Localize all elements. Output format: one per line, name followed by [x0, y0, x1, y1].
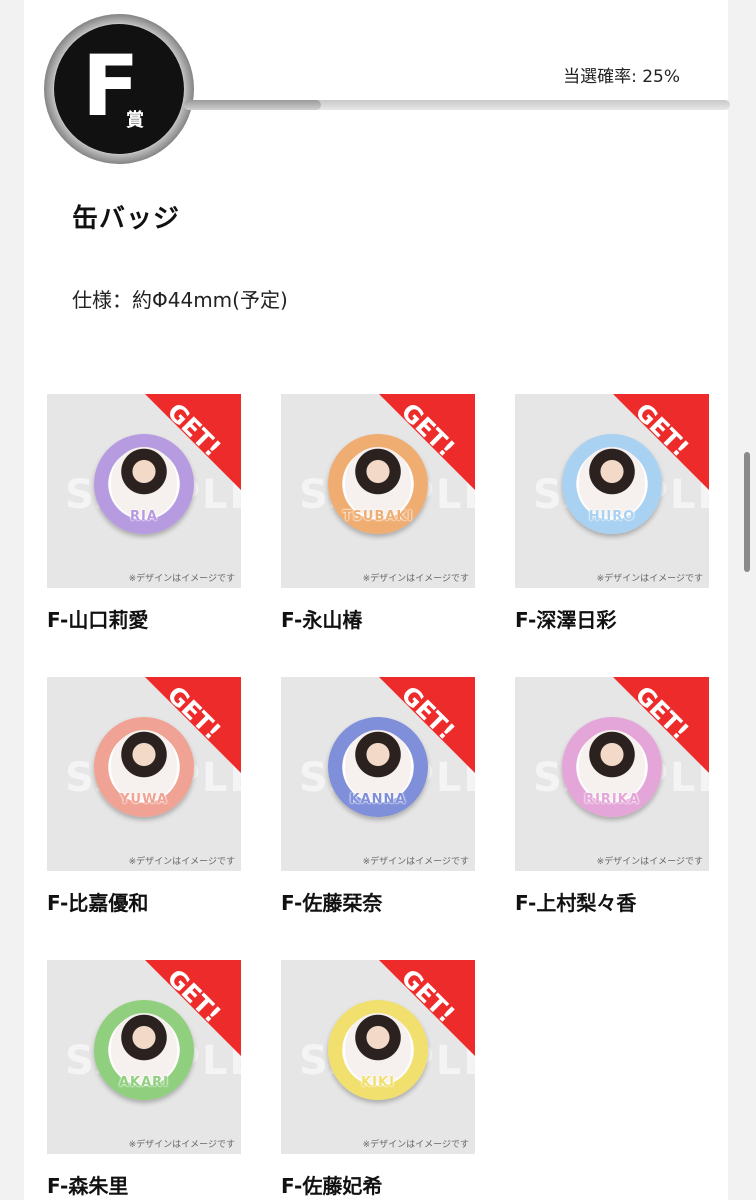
item-thumbnail[interactable]: SAMPLEKANNAGET!※デザインはイメージです — [281, 677, 475, 871]
item-card[interactable]: SAMPLERIRIKAGET!※デザインはイメージです F-上村梨々香 — [515, 677, 709, 916]
badge-name-text: TSUBAKI — [342, 509, 414, 524]
item-card[interactable]: SAMPLEYUWAGET!※デザインはイメージです F-比嘉優和 — [47, 677, 241, 916]
design-note: ※デザインはイメージです — [128, 857, 235, 867]
prize-rank-badge: F 賞 — [54, 24, 184, 154]
item-name: F-比嘉優和 — [47, 891, 149, 915]
design-note: ※デザインはイメージです — [362, 857, 469, 867]
design-note: ※デザインはイメージです — [362, 1140, 469, 1150]
item-thumbnail[interactable]: SAMPLETSUBAKIGET!※デザインはイメージです — [281, 394, 475, 588]
item-card[interactable]: SAMPLEAKARIGET!※デザインはイメージです F-森朱里 — [47, 960, 241, 1199]
prize-spec: 仕様：約Φ44mm(予定) — [72, 288, 288, 312]
item-card[interactable]: SAMPLEHIIROGET!※デザインはイメージです F-深澤日彩 — [515, 394, 709, 633]
design-note: ※デザインはイメージです — [362, 574, 469, 584]
item-name: F-佐藤妃希 — [281, 1174, 383, 1198]
badge-name-text: HIIRO — [588, 509, 636, 524]
item-thumbnail[interactable]: SAMPLERIAGET!※デザインはイメージです — [47, 394, 241, 588]
design-note: ※デザインはイメージです — [596, 857, 703, 867]
design-note: ※デザインはイメージです — [128, 574, 235, 584]
item-thumbnail[interactable]: SAMPLERIRIKAGET!※デザインはイメージです — [515, 677, 709, 871]
item-name: F-上村梨々香 — [515, 891, 637, 915]
item-name: F-森朱里 — [47, 1174, 129, 1198]
item-name: F-深澤日彩 — [515, 608, 617, 632]
item-thumbnail[interactable]: SAMPLEYUWAGET!※デザインはイメージです — [47, 677, 241, 871]
badge-name-text: KANNA — [349, 792, 407, 807]
badge-name-text: RIRIKA — [584, 792, 640, 807]
badge-name-text: KIKI — [361, 1075, 395, 1090]
item-name: F-佐藤栞奈 — [281, 891, 383, 915]
page-scrollbar[interactable] — [744, 452, 750, 572]
item-name: F-永山椿 — [281, 608, 363, 632]
item-card[interactable]: SAMPLEKIKIGET!※デザインはイメージです F-佐藤妃希 — [281, 960, 475, 1199]
prize-rank-kanji: 賞 — [126, 110, 144, 131]
item-card[interactable]: SAMPLETSUBAKIGET!※デザインはイメージです F-永山椿 — [281, 394, 475, 633]
item-card[interactable]: SAMPLERIAGET!※デザインはイメージです F-山口莉愛 — [47, 394, 241, 633]
item-thumbnail[interactable]: SAMPLEAKARIGET!※デザインはイメージです — [47, 960, 241, 1154]
prize-card: F 賞 当選確率: 25% 缶バッジ 仕様：約Φ44mm(予定) SAMPLER… — [24, 0, 730, 1200]
win-rate-label: 当選確率: 25% — [563, 67, 680, 87]
item-thumbnail[interactable]: SAMPLEKIKIGET!※デザインはイメージです — [281, 960, 475, 1154]
design-note: ※デザインはイメージです — [596, 574, 703, 584]
item-card[interactable]: SAMPLEKANNAGET!※デザインはイメージです F-佐藤栞奈 — [281, 677, 475, 916]
win-rate-bar — [184, 100, 730, 110]
badge-name-text: RIA — [130, 509, 158, 524]
badge-name-text: YUWA — [120, 792, 168, 807]
item-thumbnail[interactable]: SAMPLEHIIROGET!※デザインはイメージです — [515, 394, 709, 588]
win-rate-bar-fill — [184, 100, 321, 110]
prize-title: 缶バッジ — [72, 204, 181, 234]
badge-name-text: AKARI — [118, 1075, 170, 1090]
item-name: F-山口莉愛 — [47, 608, 149, 632]
design-note: ※デザインはイメージです — [128, 1140, 235, 1150]
